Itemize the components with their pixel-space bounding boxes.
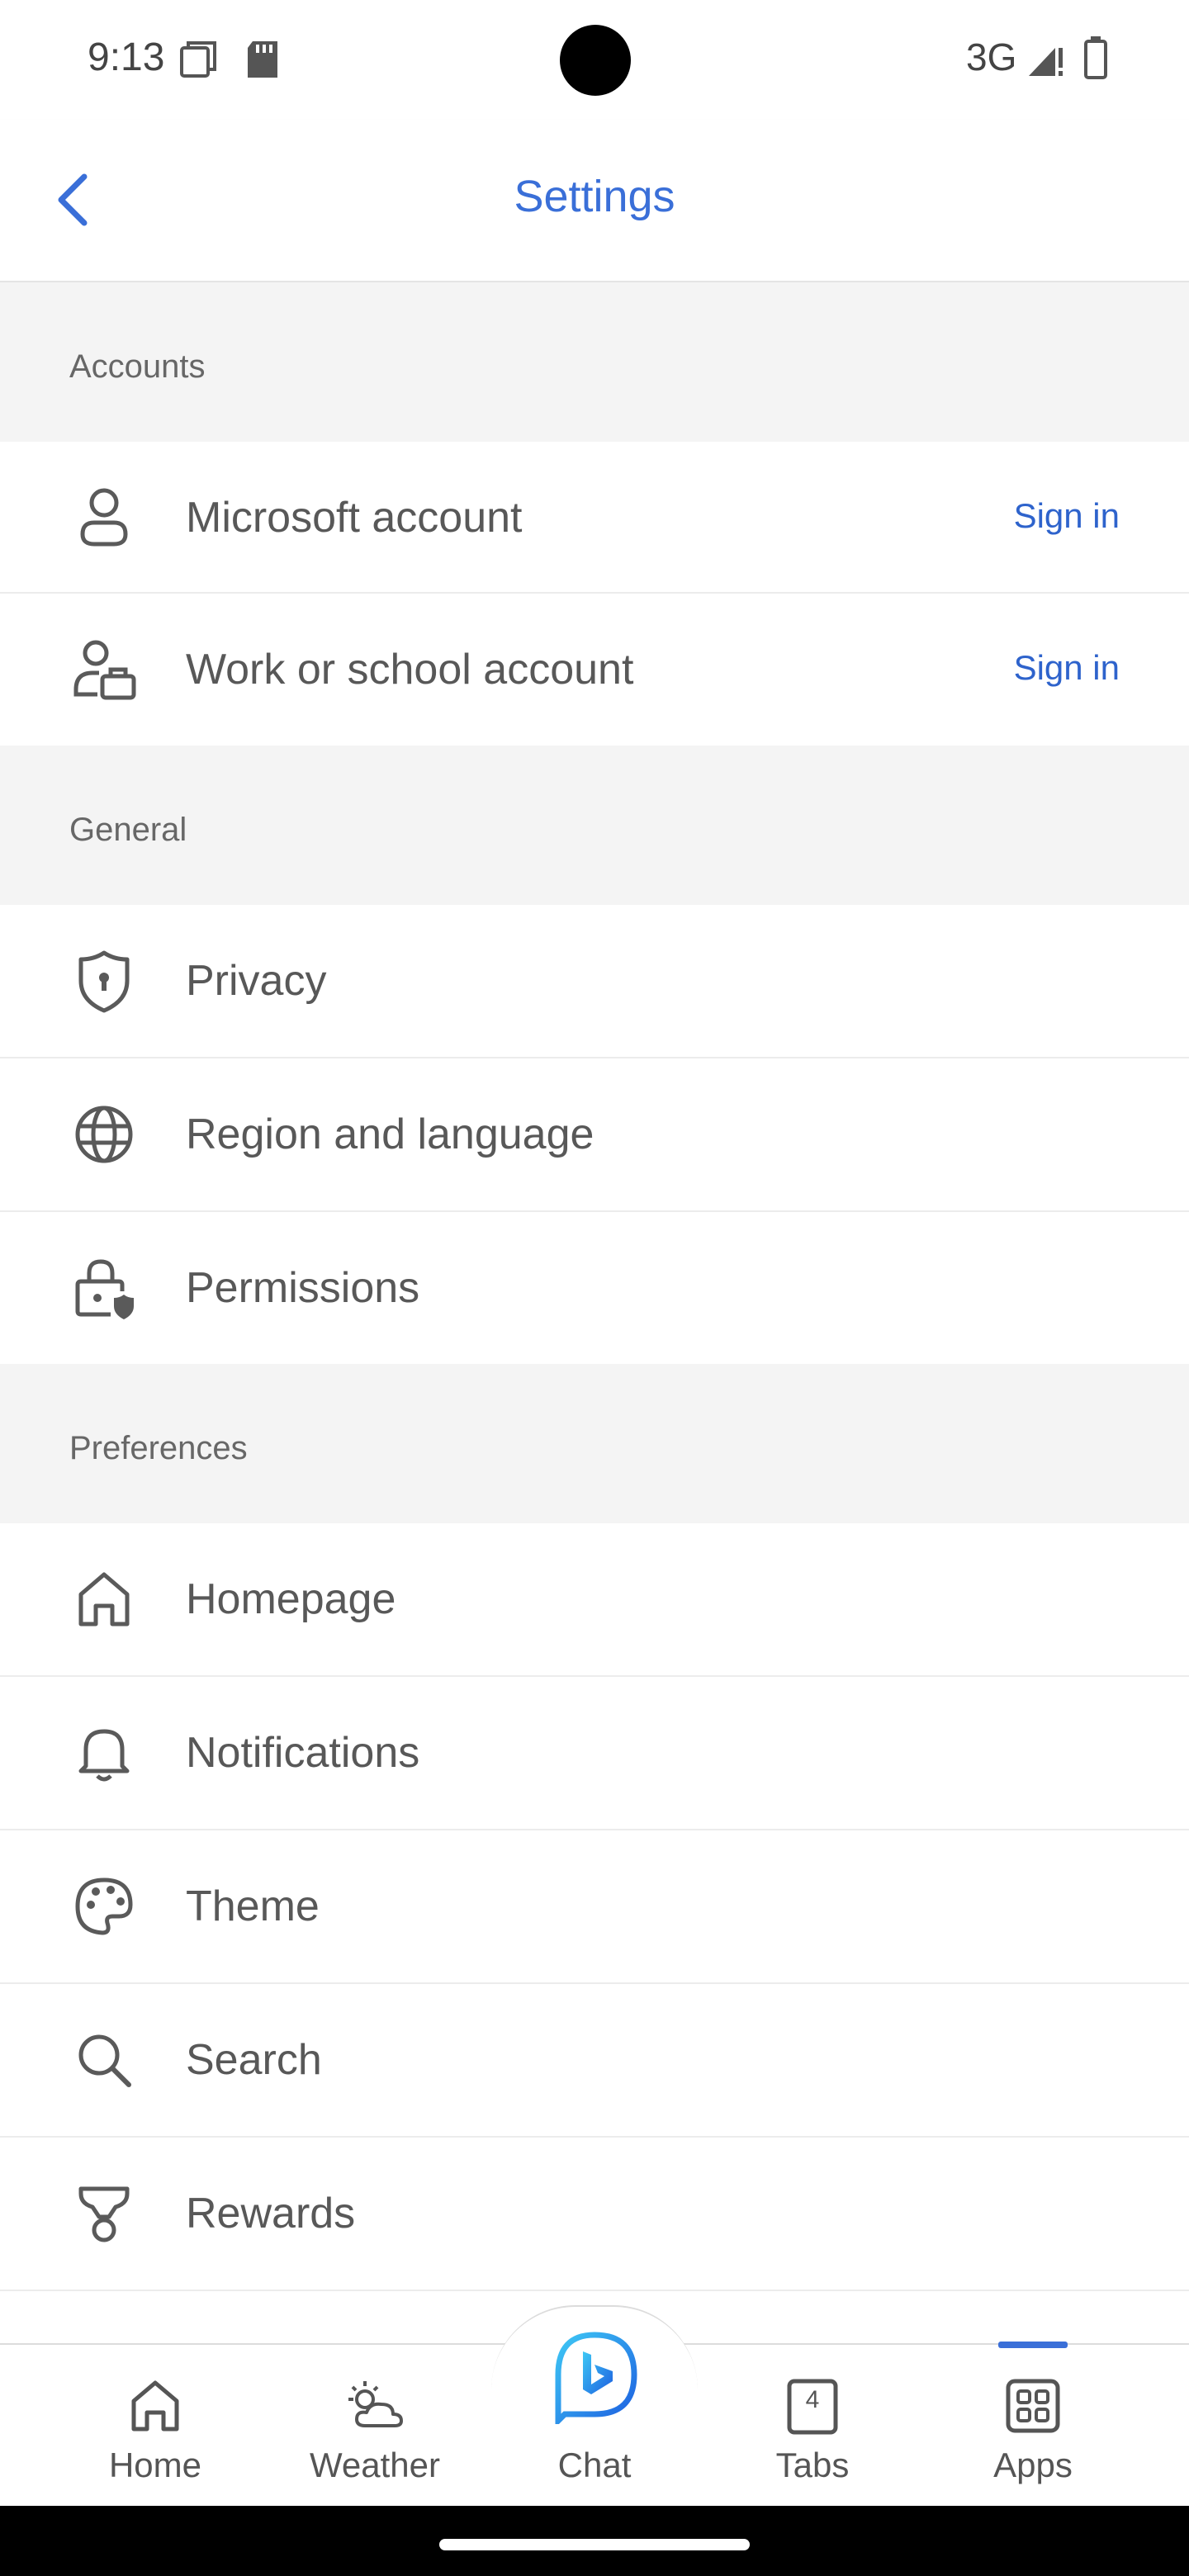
nav-label: Tabs <box>775 2446 850 2484</box>
theme-row[interactable]: Theme <box>0 1830 1189 1984</box>
palette-icon <box>69 1872 139 1941</box>
row-label: Region and language <box>186 1110 594 1158</box>
privacy-row[interactable]: Privacy <box>0 905 1189 1058</box>
row-label: Theme <box>186 1882 320 1930</box>
section-header-preferences: Preferences <box>0 1364 1189 1523</box>
trophy-icon <box>69 2179 139 2248</box>
nav-tabs[interactable]: 4 Tabs <box>730 2345 895 2507</box>
permissions-row[interactable]: Permissions <box>0 1212 1189 1364</box>
row-label: Homepage <box>186 1575 396 1623</box>
sd-card-icon <box>244 40 281 83</box>
signal-icon <box>1027 41 1065 82</box>
section-header-general: General <box>0 746 1189 905</box>
camera-cutout <box>560 25 631 96</box>
system-nav-bar <box>0 2506 1189 2576</box>
shield-icon <box>69 946 139 1016</box>
work-sign-in-link[interactable]: Sign in <box>1014 648 1120 688</box>
region-language-row[interactable]: Region and language <box>0 1058 1189 1212</box>
nav-chat[interactable]: Chat <box>512 2332 677 2507</box>
globe-icon <box>69 1100 139 1169</box>
bottom-nav: Home Weather Chat 4 Tabs Apps <box>0 2305 1189 2507</box>
nav-home[interactable]: Home <box>73 2345 238 2507</box>
battery-icon <box>1083 36 1108 83</box>
rewards-row[interactable]: Rewards <box>0 2138 1189 2291</box>
weather-icon <box>340 2371 410 2441</box>
home-gesture-pill[interactable] <box>439 2539 750 2550</box>
nav-weather[interactable]: Weather <box>292 2345 457 2507</box>
search-icon <box>69 2025 139 2095</box>
network-type: 3G <box>966 36 1017 78</box>
microsoft-sign-in-link[interactable]: Sign in <box>1014 496 1120 536</box>
work-account-icon <box>69 635 139 704</box>
apps-grid-icon <box>998 2371 1068 2441</box>
notifications-row[interactable]: Notifications <box>0 1677 1189 1830</box>
status-time: 9:13 <box>88 36 165 79</box>
app-header: Settings <box>0 120 1189 282</box>
homepage-row[interactable]: Homepage <box>0 1523 1189 1677</box>
person-icon <box>69 483 139 552</box>
row-label: Microsoft account <box>186 494 523 542</box>
lock-shield-icon <box>69 1253 139 1323</box>
search-row[interactable]: Search <box>0 1984 1189 2138</box>
tabs-count: 4 <box>805 2386 820 2413</box>
row-label: Rewards <box>186 2190 356 2237</box>
nav-label: Weather <box>310 2446 440 2484</box>
row-label: Notifications <box>186 1729 420 1777</box>
nav-apps[interactable]: Apps <box>950 2345 1116 2507</box>
bing-chat-icon <box>547 2328 642 2428</box>
section-title: Preferences <box>69 1430 248 1466</box>
section-header-accounts: Accounts <box>0 282 1189 442</box>
row-label: Work or school account <box>186 646 634 694</box>
bell-icon <box>69 1718 139 1788</box>
status-bar: 9:13 3G <box>0 0 1189 120</box>
nav-label: Home <box>108 2446 202 2484</box>
section-title: Accounts <box>69 348 206 385</box>
home-icon <box>121 2371 190 2441</box>
nav-label: Apps <box>993 2446 1073 2484</box>
home-icon <box>69 1565 139 1634</box>
section-title: General <box>69 812 187 848</box>
work-school-account-row[interactable]: Work or school account Sign in <box>0 594 1189 746</box>
tabs-icon: 4 <box>778 2371 847 2441</box>
screenshot-icon <box>178 40 220 85</box>
row-label: Search <box>186 2036 322 2084</box>
settings-list: Accounts Microsoft account Sign in Work … <box>0 282 1189 2291</box>
row-label: Permissions <box>186 1264 420 1312</box>
page-title: Settings <box>514 172 675 221</box>
row-label: Privacy <box>186 957 327 1005</box>
nav-label: Chat <box>557 2446 632 2484</box>
microsoft-account-row[interactable]: Microsoft account Sign in <box>0 442 1189 594</box>
